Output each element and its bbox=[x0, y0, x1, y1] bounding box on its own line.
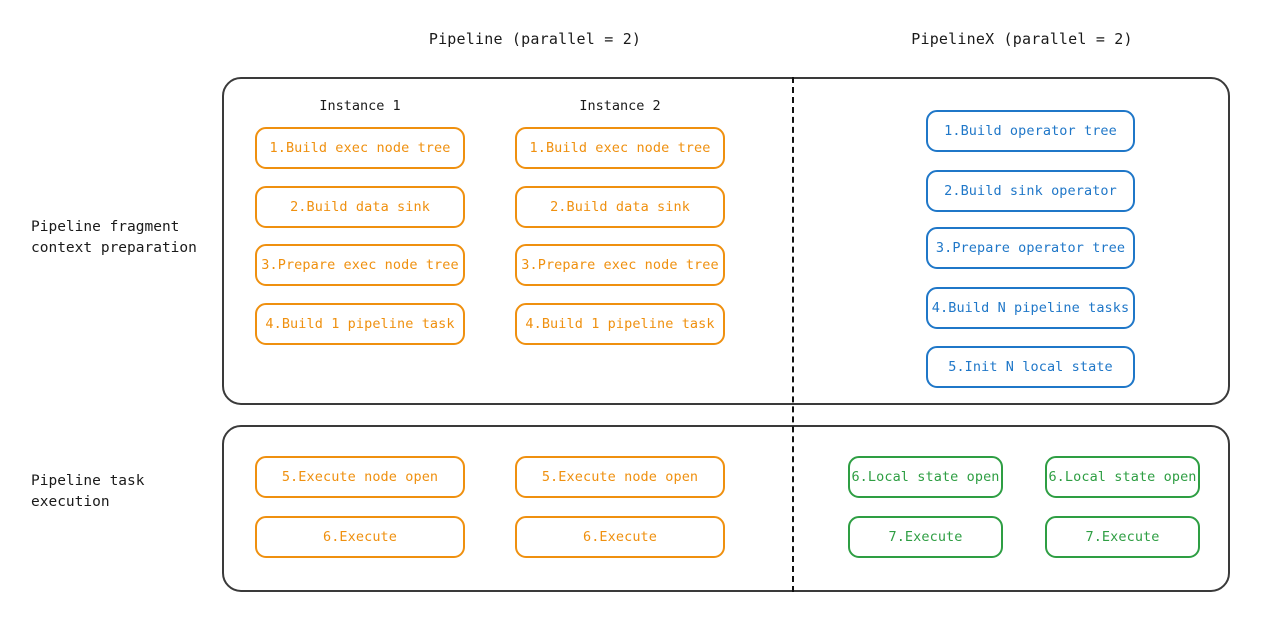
step-label: 6.Local state open bbox=[1048, 469, 1197, 485]
prep-instance1-step-4[interactable]: 4.Build 1 pipeline task bbox=[255, 303, 465, 345]
prep-instance1-step-3[interactable]: 3.Prepare exec node tree bbox=[255, 244, 465, 286]
step-label: 5.Execute node open bbox=[281, 469, 439, 485]
step-label: 1.Build operator tree bbox=[944, 123, 1117, 139]
prep-pipelinex-step-5[interactable]: 5.Init N local state bbox=[926, 346, 1135, 388]
step-label: 5.Execute node open bbox=[541, 469, 699, 485]
exec-pipelinex-task2-step-2[interactable]: 7.Execute bbox=[1045, 516, 1200, 558]
step-label: 3.Prepare exec node tree bbox=[521, 257, 719, 273]
step-label: 4.Build 1 pipeline task bbox=[265, 316, 455, 332]
prep-pipelinex-step-3[interactable]: 3.Prepare operator tree bbox=[926, 227, 1135, 269]
step-label: 6.Local state open bbox=[851, 469, 1000, 485]
step-label: 1.Build exec node tree bbox=[529, 140, 711, 156]
pipeline-column-title: Pipeline (parallel = 2) bbox=[428, 30, 642, 48]
step-label: 7.Execute bbox=[1085, 529, 1160, 545]
diagram-canvas: Pipeline (parallel = 2) PipelineX (paral… bbox=[0, 0, 1280, 625]
step-label: 3.Prepare operator tree bbox=[935, 240, 1126, 256]
prep-instance2-step-3[interactable]: 3.Prepare exec node tree bbox=[515, 244, 725, 286]
step-label: 5.Init N local state bbox=[948, 359, 1113, 375]
prep-instance1-step-1[interactable]: 1.Build exec node tree bbox=[255, 127, 465, 169]
vertical-dashed-divider bbox=[792, 77, 794, 592]
prep-instance1-step-2[interactable]: 2.Build data sink bbox=[255, 186, 465, 228]
step-label: 4.Build N pipeline tasks bbox=[931, 300, 1130, 316]
prep-instance2-step-4[interactable]: 4.Build 1 pipeline task bbox=[515, 303, 725, 345]
step-label: 6.Execute bbox=[582, 529, 658, 545]
prep-instance2-step-2[interactable]: 2.Build data sink bbox=[515, 186, 725, 228]
prep-pipelinex-step-1[interactable]: 1.Build operator tree bbox=[926, 110, 1135, 152]
step-label: 6.Execute bbox=[322, 529, 398, 545]
step-label: 2.Build data sink bbox=[550, 199, 690, 215]
exec-instance2-step-1[interactable]: 5.Execute node open bbox=[515, 456, 725, 498]
exec-pipelinex-task1-step-1[interactable]: 6.Local state open bbox=[848, 456, 1003, 498]
prep-pipelinex-step-2[interactable]: 2.Build sink operator bbox=[926, 170, 1135, 212]
step-label: 1.Build exec node tree bbox=[269, 140, 451, 156]
step-label: 7.Execute bbox=[888, 529, 963, 545]
execution-panel bbox=[222, 425, 1230, 592]
step-label: 2.Build sink operator bbox=[944, 183, 1117, 199]
prep-pipelinex-step-4[interactable]: 4.Build N pipeline tasks bbox=[926, 287, 1135, 329]
instance-1-title: Instance 1 bbox=[319, 98, 401, 114]
exec-instance2-step-2[interactable]: 6.Execute bbox=[515, 516, 725, 558]
instance-2-title: Instance 2 bbox=[579, 98, 661, 114]
prep-instance2-step-1[interactable]: 1.Build exec node tree bbox=[515, 127, 725, 169]
exec-pipelinex-task2-step-1[interactable]: 6.Local state open bbox=[1045, 456, 1200, 498]
step-label: 3.Prepare exec node tree bbox=[261, 257, 459, 273]
exec-instance1-step-1[interactable]: 5.Execute node open bbox=[255, 456, 465, 498]
step-label: 4.Build 1 pipeline task bbox=[525, 316, 715, 332]
exec-instance1-step-2[interactable]: 6.Execute bbox=[255, 516, 465, 558]
row-label-preparation: Pipeline fragment context preparation bbox=[31, 219, 197, 256]
pipelinex-column-title: PipelineX (parallel = 2) bbox=[911, 30, 1133, 48]
row-label-execution: Pipeline task execution bbox=[31, 473, 145, 510]
step-label: 2.Build data sink bbox=[290, 199, 430, 215]
exec-pipelinex-task1-step-2[interactable]: 7.Execute bbox=[848, 516, 1003, 558]
